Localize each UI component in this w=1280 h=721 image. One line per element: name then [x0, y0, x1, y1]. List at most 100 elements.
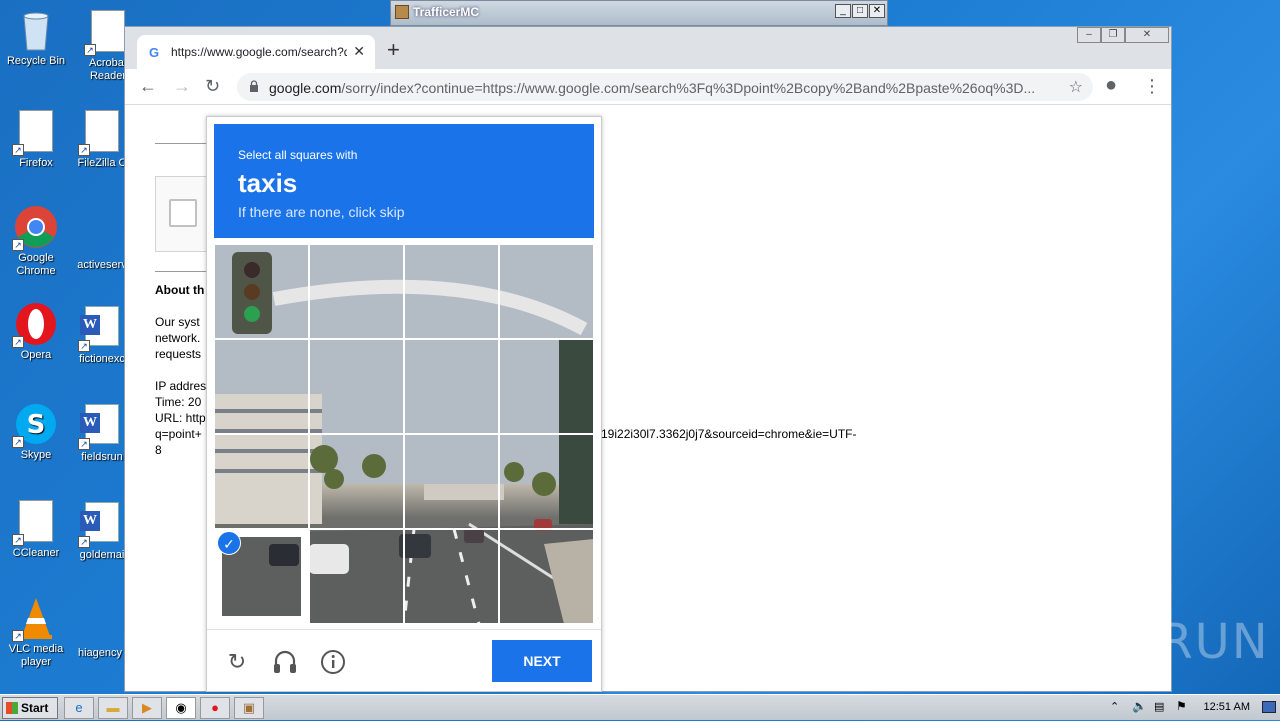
svg-text:S: S — [27, 410, 46, 440]
recycle-bin-icon — [14, 8, 58, 52]
captcha-tile[interactable] — [499, 529, 594, 624]
desktop-icon-label: CCleaner — [12, 547, 60, 559]
document-icon: ↗ — [78, 110, 124, 156]
captcha-target: taxis — [238, 168, 298, 198]
desktop-icon-label: Firefox — [19, 157, 53, 169]
desktop-icon-label: activeserv — [77, 259, 127, 271]
skype-icon: S ↗ — [12, 402, 58, 448]
word-icon: W ↗ — [78, 502, 124, 548]
desktop-icon-recycle-bin[interactable]: Recycle Bin — [0, 8, 74, 68]
desktop-icon-opera[interactable]: ↗ Opera — [0, 302, 74, 362]
tab-strip: G https://www.google.com/search?q= ✕ + –… — [125, 27, 1171, 69]
menu-kebab-icon[interactable]: ⋮ — [1143, 75, 1161, 97]
desktop-icon-chrome[interactable]: ↗ Google Chrome — [0, 205, 74, 278]
minimize-button[interactable]: _ — [835, 4, 851, 18]
folder-icon[interactable]: ▬ — [98, 697, 128, 719]
watermark: ANY RUN — [1038, 614, 1270, 670]
browser-toolbar: ← → ↻ google.com/sorry/index?continue=ht… — [125, 69, 1171, 105]
lock-icon — [250, 80, 258, 92]
word-icon: W ↗ — [78, 404, 124, 450]
para-line: requests — [155, 347, 202, 361]
captcha-tile[interactable] — [499, 244, 594, 339]
document-icon: ↗ — [12, 110, 58, 156]
captcha-image-grid: ✓ — [214, 244, 594, 624]
para-line: Our syst — [155, 315, 200, 329]
package-taskbar-icon[interactable]: ▣ — [234, 697, 264, 719]
document-icon: ↗ — [12, 500, 58, 546]
taskbar: Start e ▬ ▶ ◉ ● ▣ ⌃ 🔈 ▤ ⚑ 12:51 AM — [0, 694, 1280, 720]
captcha-tile[interactable] — [404, 434, 499, 529]
forward-icon[interactable]: → — [173, 75, 191, 97]
captcha-instruction: Select all squares with — [238, 148, 358, 162]
windows-logo-icon — [6, 702, 18, 714]
reload-icon[interactable]: ↻ — [205, 75, 220, 97]
address-bar[interactable]: google.com/sorry/index?continue=https://… — [237, 73, 1093, 101]
desktop-icon-label: FileZilla C — [77, 157, 127, 169]
time-line: Time: 20 — [155, 395, 202, 409]
close-tab-icon[interactable]: ✕ — [353, 43, 365, 60]
captcha-tile[interactable] — [404, 339, 499, 434]
desktop-icon-label: Opera — [20, 349, 52, 361]
media-player-icon[interactable]: ▶ — [132, 697, 162, 719]
start-button[interactable]: Start — [2, 697, 58, 719]
desktop-icon-label: fieldsrun — [81, 451, 123, 463]
desktop-icon-firefox[interactable]: ↗ Firefox — [0, 110, 74, 170]
captcha-tile[interactable] — [309, 529, 404, 624]
captcha-tile[interactable] — [214, 244, 309, 339]
next-button[interactable]: NEXT — [492, 640, 592, 682]
captcha-tile[interactable] — [404, 529, 499, 624]
tab-title: https://www.google.com/search?q= — [171, 45, 347, 59]
minimize-button[interactable]: – — [1077, 27, 1101, 43]
captcha-tile[interactable] — [309, 339, 404, 434]
opera-taskbar-icon[interactable]: ● — [200, 697, 230, 719]
browser-tab[interactable]: G https://www.google.com/search?q= ✕ — [137, 35, 375, 69]
desktop-icon-label: Skype — [20, 449, 52, 461]
desktop-icon-label: Acrobat Reader — [89, 57, 127, 82]
captcha-tile[interactable] — [214, 434, 309, 529]
url-tail-line-2: 8 — [155, 443, 162, 457]
flag-icon[interactable]: ⚑ — [1176, 699, 1187, 713]
tray-expand-icon[interactable]: ⌃ — [1110, 700, 1119, 713]
captcha-tile[interactable] — [499, 434, 594, 529]
captcha-footer: ↻ NEXT — [207, 629, 601, 693]
ip-line: IP addres — [155, 379, 207, 393]
opera-icon: ↗ — [12, 302, 58, 348]
url-line: URL: http — [155, 411, 206, 425]
volume-icon[interactable]: 🔈 — [1132, 699, 1147, 713]
desktop-icon-label: Recycle Bin — [6, 55, 66, 67]
clock[interactable]: 12:51 AM — [1204, 701, 1250, 713]
back-icon[interactable]: ← — [139, 75, 157, 97]
background-window[interactable]: TrafficerMC _ □ ✕ — [390, 0, 888, 26]
ie-icon[interactable]: e — [64, 697, 94, 719]
query-line: q=point+ — [155, 427, 202, 441]
network-icon[interactable]: ▤ — [1154, 700, 1164, 713]
captcha-tile[interactable] — [214, 339, 309, 434]
desktop-icon-label: goldemai — [79, 549, 125, 561]
about-heading: About th — [155, 283, 205, 297]
captcha-tile[interactable] — [309, 434, 404, 529]
google-icon: G — [149, 45, 160, 60]
url-text: google.com/sorry/index?continue=https://… — [269, 80, 1036, 96]
show-desktop-icon[interactable] — [1262, 701, 1276, 713]
desktop-icon-ccleaner[interactable]: ↗ CCleaner — [0, 500, 74, 560]
chrome-taskbar-icon[interactable]: ◉ — [166, 697, 196, 719]
para-line: network. — [155, 331, 201, 345]
reload-challenge-icon[interactable]: ↻ — [223, 648, 251, 676]
desktop-icon-label: Google Chrome — [16, 252, 56, 277]
captcha-hint: If there are none, click skip — [238, 204, 405, 220]
captcha-tile[interactable] — [309, 244, 404, 339]
close-button[interactable]: ✕ — [1125, 27, 1169, 43]
recaptcha-checkbox[interactable] — [169, 199, 197, 227]
account-icon[interactable]: ● — [1105, 74, 1117, 96]
close-button[interactable]: ✕ — [869, 4, 885, 18]
info-icon[interactable] — [319, 648, 347, 676]
new-tab-button[interactable]: + — [387, 37, 400, 63]
audio-challenge-icon[interactable] — [271, 648, 299, 676]
restore-button[interactable]: ❐ — [1101, 27, 1125, 43]
desktop-icon-skype[interactable]: S ↗ Skype — [0, 402, 74, 462]
maximize-button[interactable]: □ — [852, 4, 868, 18]
window-title: TrafficerMC — [413, 5, 480, 19]
bookmark-star-icon[interactable]: ☆ — [1069, 77, 1083, 97]
captcha-tile[interactable] — [499, 339, 594, 434]
captcha-tile[interactable] — [404, 244, 499, 339]
